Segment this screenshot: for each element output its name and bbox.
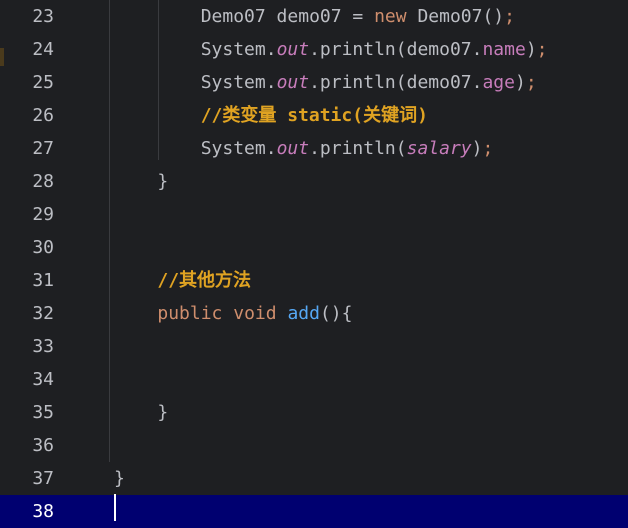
indent-guide	[109, 0, 110, 462]
code-token: out	[276, 138, 310, 159]
code-token: new	[374, 6, 407, 27]
code-text[interactable]: System.out.println(salary);	[114, 132, 494, 165]
code-token: ;	[482, 138, 494, 159]
code-text[interactable]: Demo07 demo07 = new Demo07();	[114, 0, 515, 33]
line-number[interactable]: 33	[0, 330, 54, 363]
code-line[interactable]: 34	[0, 363, 628, 396]
code-line[interactable]: 37}	[0, 462, 628, 495]
code-token: System.	[200, 39, 277, 60]
line-number[interactable]: 25	[0, 66, 54, 99]
code-line[interactable]: 30	[0, 231, 628, 264]
code-token: add	[287, 303, 320, 324]
code-token: System.	[200, 138, 277, 159]
code-line[interactable]: 31 //其他方法	[0, 264, 628, 297]
code-line[interactable]: 29	[0, 198, 628, 231]
code-text[interactable]: //类变量 static(关键词)	[114, 99, 428, 132]
code-token: .println(	[309, 138, 407, 159]
code-token: Demo07 demo07 =	[200, 6, 375, 27]
line-number[interactable]: 26	[0, 99, 54, 132]
line-number[interactable]: 24	[0, 33, 54, 66]
code-token: }	[157, 171, 169, 192]
code-token: )	[514, 72, 526, 93]
line-number[interactable]: 38	[0, 495, 54, 528]
code-line[interactable]: 26 //类变量 static(关键词)	[0, 99, 628, 132]
code-token: }	[157, 402, 169, 423]
code-line[interactable]: 36	[0, 429, 628, 462]
line-number[interactable]: 37	[0, 462, 54, 495]
code-token: void	[233, 303, 277, 324]
line-number[interactable]: 35	[0, 396, 54, 429]
code-token: )	[525, 39, 537, 60]
code-token: }	[114, 468, 125, 489]
code-token: age	[482, 72, 515, 93]
code-line[interactable]: 24 System.out.println(demo07.name);	[0, 33, 628, 66]
code-token: ;	[536, 39, 548, 60]
line-number[interactable]: 31	[0, 264, 54, 297]
line-number[interactable]: 30	[0, 231, 54, 264]
line-number[interactable]: 32	[0, 297, 54, 330]
line-number[interactable]: 34	[0, 363, 54, 396]
code-token: salary	[406, 138, 472, 159]
code-token: ;	[504, 6, 515, 27]
code-token: )	[471, 138, 483, 159]
code-line[interactable]: 23 Demo07 demo07 = new Demo07();	[0, 0, 628, 33]
code-token: Demo07()	[406, 6, 505, 27]
code-token: out	[276, 39, 310, 60]
text-caret	[114, 494, 116, 521]
code-line[interactable]: 25 System.out.println(demo07.age);	[0, 66, 628, 99]
line-number[interactable]: 36	[0, 429, 54, 462]
code-text[interactable]: }	[114, 396, 168, 429]
code-comment: //其他方法	[157, 270, 252, 291]
code-token: System.	[200, 72, 277, 93]
line-number[interactable]: 29	[0, 198, 54, 231]
indent-guide	[158, 0, 159, 160]
code-line[interactable]: 35 }	[0, 396, 628, 429]
code-token: .println(demo07.	[309, 39, 483, 60]
code-comment: //类变量 static(关键词)	[200, 105, 428, 126]
code-text[interactable]: }	[114, 165, 168, 198]
code-text[interactable]: //其他方法	[114, 264, 251, 297]
code-token: (){	[319, 303, 353, 324]
code-line[interactable]: 27 System.out.println(salary);	[0, 132, 628, 165]
code-token: .println(demo07.	[309, 72, 483, 93]
code-text[interactable]: public void add(){	[114, 297, 352, 330]
line-number[interactable]: 28	[0, 165, 54, 198]
code-token: out	[276, 72, 310, 93]
code-editor[interactable]: 23 Demo07 demo07 = new Demo07(); 24 Syste…	[0, 0, 628, 528]
code-text[interactable]: System.out.println(demo07.name);	[114, 33, 548, 66]
code-line[interactable]: 38	[0, 495, 628, 528]
code-token: public	[157, 303, 223, 324]
code-text[interactable]: }	[114, 462, 125, 495]
code-token: name	[482, 39, 526, 60]
code-text[interactable]: System.out.println(demo07.age);	[114, 66, 537, 99]
code-token: ;	[525, 72, 537, 93]
line-number[interactable]: 27	[0, 132, 54, 165]
code-line[interactable]: 32 public void add(){	[0, 297, 628, 330]
line-number[interactable]: 23	[0, 0, 54, 33]
code-line[interactable]: 33	[0, 330, 628, 363]
code-line[interactable]: 28 }	[0, 165, 628, 198]
